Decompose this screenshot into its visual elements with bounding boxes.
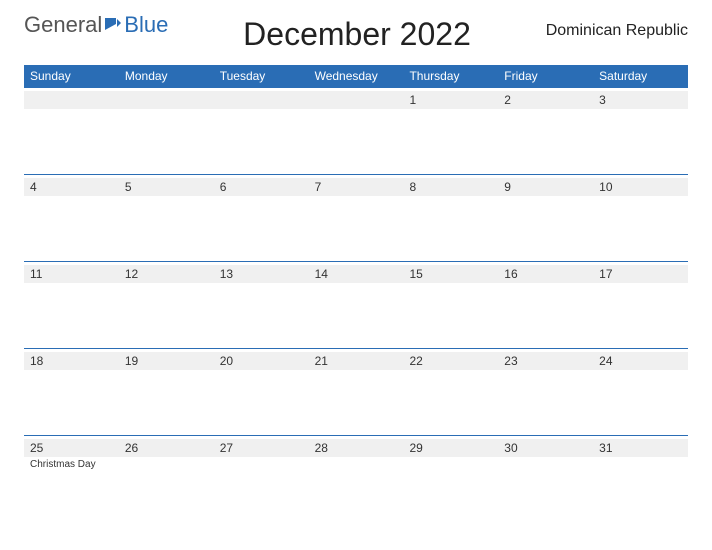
calendar-cell: 9 [498,175,593,261]
weekday-header: Sunday [24,65,119,87]
calendar-title: December 2022 [168,16,545,53]
calendar-cell: 17 [593,262,688,348]
calendar-cell: 28 [309,436,404,522]
date-number: . [119,91,214,109]
calendar-cell: 24 [593,349,688,435]
calendar-event: Christmas Day [30,459,113,470]
calendar-cell: 22 [403,349,498,435]
date-number: 5 [119,178,214,196]
calendar-cell: 6 [214,175,309,261]
date-number: 13 [214,265,309,283]
date-number: 20 [214,352,309,370]
calendar-week: 18192021222324 [24,348,688,435]
date-number: 4 [24,178,119,196]
date-number: 2 [498,91,593,109]
date-number: 3 [593,91,688,109]
date-number: 14 [309,265,404,283]
logo-text-blue: Blue [124,12,168,38]
weekday-header: Wednesday [309,65,404,87]
date-number: 1 [403,91,498,109]
logo: General Blue [24,12,168,38]
date-number: . [214,91,309,109]
calendar-cell: 5 [119,175,214,261]
date-number: 27 [214,439,309,457]
date-number: 30 [498,439,593,457]
country-label: Dominican Republic [546,22,688,40]
calendar-cell: 27 [214,436,309,522]
logo-icon [104,12,122,38]
calendar-cell: 18 [24,349,119,435]
calendar-week: ....123 [24,87,688,174]
calendar-cell: 25 Christmas Day [24,436,119,522]
weekday-header: Thursday [403,65,498,87]
calendar-cell: 15 [403,262,498,348]
date-number: 12 [119,265,214,283]
date-number: 22 [403,352,498,370]
calendar-cell: . [24,88,119,174]
calendar-cell: 4 [24,175,119,261]
weekday-header: Monday [119,65,214,87]
date-number: 21 [309,352,404,370]
date-number: 25 [24,439,119,457]
logo-text-general: General [24,12,102,38]
date-number: 26 [119,439,214,457]
date-number: 7 [309,178,404,196]
calendar-cell: 19 [119,349,214,435]
calendar-cell: 30 [498,436,593,522]
calendar-cell: 23 [498,349,593,435]
date-number: 18 [24,352,119,370]
calendar-cell: . [309,88,404,174]
date-number: 23 [498,352,593,370]
date-number: 9 [498,178,593,196]
calendar-header: General Blue December 2022 Dominican Rep… [24,12,688,53]
calendar-week: 25 Christmas Day 262728293031 [24,435,688,522]
weekday-header: Tuesday [214,65,309,87]
calendar-cell: 1 [403,88,498,174]
calendar-cell: 13 [214,262,309,348]
calendar-cell: 26 [119,436,214,522]
calendar-cell: . [119,88,214,174]
calendar-cell: 16 [498,262,593,348]
weekday-header: Friday [498,65,593,87]
date-number: 10 [593,178,688,196]
date-number: 29 [403,439,498,457]
calendar-cell: 31 [593,436,688,522]
calendar-cell: 20 [214,349,309,435]
date-number: . [24,91,119,109]
weekday-header-row: Sunday Monday Tuesday Wednesday Thursday… [24,65,688,87]
date-number: 15 [403,265,498,283]
date-number: 17 [593,265,688,283]
calendar-cell: 11 [24,262,119,348]
calendar-cell: 21 [309,349,404,435]
date-number: 8 [403,178,498,196]
date-number: 6 [214,178,309,196]
calendar-cell: 7 [309,175,404,261]
date-number: 31 [593,439,688,457]
calendar-cell: 29 [403,436,498,522]
calendar-grid: ....123456789101112131415161718192021222… [24,87,688,522]
date-number: 11 [24,265,119,283]
calendar-cell: 2 [498,88,593,174]
calendar-cell: 3 [593,88,688,174]
date-number: 24 [593,352,688,370]
weekday-header: Saturday [593,65,688,87]
calendar-cell: 14 [309,262,404,348]
date-number: . [309,91,404,109]
date-number: 19 [119,352,214,370]
calendar-cell: 8 [403,175,498,261]
calendar-cell: 12 [119,262,214,348]
date-number: 28 [309,439,404,457]
calendar-cell: 10 [593,175,688,261]
calendar-week: 11121314151617 [24,261,688,348]
calendar-cell: . [214,88,309,174]
date-number: 16 [498,265,593,283]
calendar-week: 45678910 [24,174,688,261]
